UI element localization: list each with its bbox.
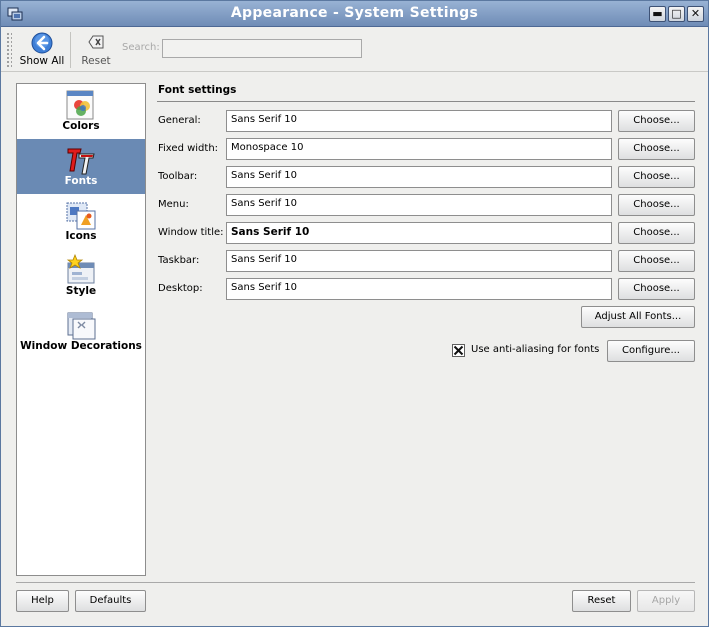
antialiasing-checkbox[interactable] xyxy=(452,344,465,357)
minimize-button[interactable]: ▬ xyxy=(649,6,666,22)
fonts-icon xyxy=(67,148,95,175)
maximize-button[interactable]: □ xyxy=(668,6,685,22)
taskbar-font-label: Taskbar: xyxy=(158,255,200,266)
footer-divider xyxy=(16,582,695,583)
toolbar-separator xyxy=(70,32,71,68)
fixed-width-font-field[interactable]: Monospace 10 xyxy=(226,138,612,160)
checkmark-icon xyxy=(453,345,464,356)
sidebar-item-label: Icons xyxy=(65,230,97,242)
colors-icon xyxy=(66,90,94,120)
window-title-font-label: Window title: xyxy=(158,227,224,238)
adjust-all-fonts-button[interactable]: Adjust All Fonts... xyxy=(581,306,695,328)
icons-icon xyxy=(66,202,96,230)
sidebar-item-label: Window Decorations xyxy=(20,340,142,352)
close-button[interactable]: ✕ xyxy=(687,6,704,22)
apply-button[interactable]: Apply xyxy=(637,590,695,612)
choose-toolbar-button[interactable]: Choose... xyxy=(618,166,695,188)
section-divider xyxy=(157,101,695,102)
choose-window-title-button[interactable]: Choose... xyxy=(618,222,695,244)
sidebar-item-window-decorations[interactable]: Window Decorations xyxy=(17,304,145,359)
back-arrow-icon xyxy=(31,32,53,54)
sidebar-item-colors[interactable]: Colors xyxy=(17,84,145,139)
toolbar-font-label: Toolbar: xyxy=(158,171,198,182)
minimize-icon: ▬ xyxy=(652,7,663,20)
settings-window: Appearance - System Settings ▬ □ ✕ Show … xyxy=(0,0,709,627)
toolbar: Show All Reset Search: xyxy=(1,28,708,72)
sidebar-item-label: Fonts xyxy=(64,175,98,187)
show-all-label: Show All xyxy=(19,55,65,67)
sidebar-item-label: Style xyxy=(65,285,97,297)
choose-general-button[interactable]: Choose... xyxy=(618,110,695,132)
taskbar-font-field[interactable]: Sans Serif 10 xyxy=(226,250,612,272)
maximize-icon: □ xyxy=(671,7,682,20)
defaults-button[interactable]: Defaults xyxy=(75,590,146,612)
menu-font-field[interactable]: Sans Serif 10 xyxy=(226,194,612,216)
toolbar-font-field[interactable]: Sans Serif 10 xyxy=(226,166,612,188)
choose-taskbar-button[interactable]: Choose... xyxy=(618,250,695,272)
show-all-button[interactable]: Show All xyxy=(19,30,65,70)
sidebar-item-icons[interactable]: Icons xyxy=(17,194,145,249)
choose-menu-button[interactable]: Choose... xyxy=(618,194,695,216)
clear-icon xyxy=(88,35,104,49)
sidebar-item-style[interactable]: Style xyxy=(17,249,145,304)
general-label: General: xyxy=(158,115,201,126)
toolbar-grip[interactable] xyxy=(6,32,12,68)
general-font-field[interactable]: Sans Serif 10 xyxy=(226,110,612,132)
desktop-font-label: Desktop: xyxy=(158,283,203,294)
choose-fixed-width-button[interactable]: Choose... xyxy=(618,138,695,160)
style-icon xyxy=(66,254,95,284)
help-button[interactable]: Help xyxy=(16,590,69,612)
title-bar[interactable]: Appearance - System Settings ▬ □ ✕ xyxy=(1,1,708,27)
desktop-font-field[interactable]: Sans Serif 10 xyxy=(226,278,612,300)
menu-font-label: Menu: xyxy=(158,199,189,210)
close-icon: ✕ xyxy=(690,7,701,20)
toolbar-reset-button[interactable]: Reset xyxy=(77,30,115,70)
antialiasing-label[interactable]: Use anti-aliasing for fonts xyxy=(471,344,599,355)
sidebar-item-fonts[interactable]: Fonts xyxy=(17,139,145,194)
search-input[interactable] xyxy=(162,39,362,58)
choose-desktop-button[interactable]: Choose... xyxy=(618,278,695,300)
window-title: Appearance - System Settings xyxy=(230,5,479,21)
search-label: Search: xyxy=(122,42,160,53)
sidebar-item-label: Colors xyxy=(62,120,100,132)
section-title: Font settings xyxy=(158,84,237,96)
reset-label: Reset xyxy=(81,55,111,67)
reset-button[interactable]: Reset xyxy=(572,590,631,612)
window-decorations-icon xyxy=(67,312,96,340)
configure-button[interactable]: Configure... xyxy=(607,340,695,362)
window-title-font-field[interactable]: Sans Serif 10 xyxy=(226,222,612,244)
module-sidebar: Colors Fonts Icons Style Window Decorati… xyxy=(16,83,146,576)
fixed-width-label: Fixed width: xyxy=(158,143,219,154)
